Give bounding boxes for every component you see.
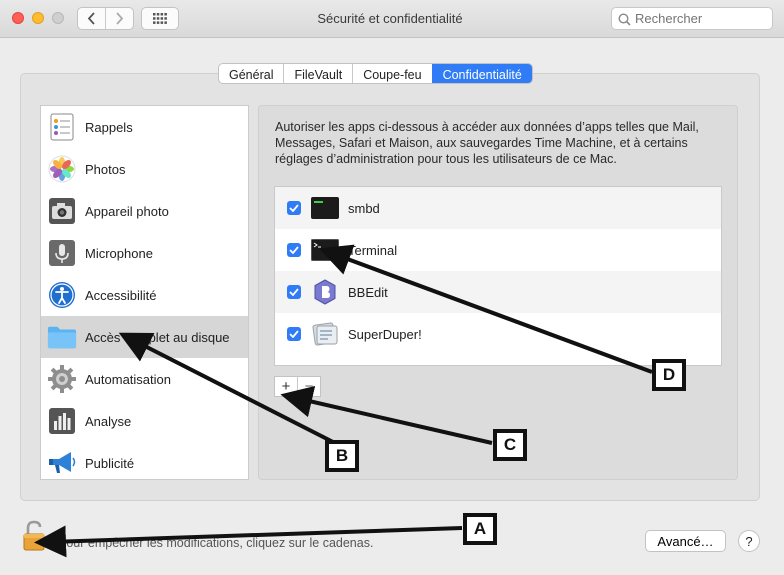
lock-hint-text: Pour empêcher les modifications, cliquez… bbox=[58, 536, 374, 550]
title-bar: Sécurité et confidentialité bbox=[0, 0, 784, 38]
sidebar-item-label: Appareil photo bbox=[85, 203, 169, 219]
close-window-button[interactable] bbox=[12, 12, 24, 24]
search-input[interactable] bbox=[635, 11, 767, 26]
advanced-button[interactable]: Avancé… bbox=[645, 530, 726, 552]
sidebar-item-label: Analyse bbox=[85, 413, 132, 429]
chevron-left-icon[interactable] bbox=[78, 8, 105, 29]
search-field[interactable] bbox=[611, 7, 773, 30]
callout-a: A bbox=[463, 513, 497, 545]
sidebar-item-label: Rappels bbox=[85, 119, 133, 135]
app-name: BBEdit bbox=[348, 284, 388, 300]
sidebar-item-label: Publicité bbox=[85, 455, 135, 471]
bbedit-icon bbox=[311, 278, 339, 306]
remove-app-button[interactable]: − bbox=[297, 377, 320, 396]
add-app-button[interactable]: + bbox=[275, 377, 297, 396]
sidebar-item-analytics[interactable]: Analyse bbox=[41, 400, 248, 442]
grid-icon[interactable] bbox=[141, 7, 179, 30]
sidebar-item-photos[interactable]: Photos bbox=[41, 148, 248, 190]
accessibility-icon bbox=[47, 280, 77, 310]
superduper-icon bbox=[311, 320, 339, 348]
analytics-icon bbox=[47, 406, 77, 436]
tab-bar: Général FileVault Coupe-feu Confidential… bbox=[218, 63, 533, 84]
folder-icon bbox=[47, 322, 77, 352]
sidebar-item-label: Photos bbox=[85, 161, 126, 177]
app-name: SuperDuper! bbox=[348, 326, 422, 342]
tab-filevault[interactable]: FileVault bbox=[283, 64, 352, 83]
gear-icon bbox=[47, 364, 77, 394]
app-checkbox[interactable] bbox=[287, 201, 301, 215]
sidebar-item-automation[interactable]: Automatisation bbox=[41, 358, 248, 400]
app-row-terminal[interactable]: Terminal bbox=[275, 229, 721, 271]
app-checkbox[interactable] bbox=[287, 327, 301, 341]
sidebar-item-label: Accès complet au disque bbox=[85, 329, 230, 345]
sidebar-item-advertising[interactable]: Publicité bbox=[41, 442, 248, 479]
callout-b: B bbox=[325, 440, 359, 472]
add-remove-controls: + − bbox=[274, 376, 321, 397]
help-button[interactable]: ? bbox=[738, 530, 760, 552]
callout-c: C bbox=[493, 429, 527, 461]
minimize-window-button[interactable] bbox=[32, 12, 44, 24]
window-title: Sécurité et confidentialité bbox=[317, 11, 463, 26]
sidebar-item-full-disk-access[interactable]: Accès complet au disque bbox=[41, 316, 248, 358]
app-list[interactable]: smbd Terminal BBEdit SuperDuper! bbox=[274, 186, 722, 366]
app-row-superduper[interactable]: SuperDuper! bbox=[275, 313, 721, 355]
microphone-icon bbox=[47, 238, 77, 268]
app-name: Terminal bbox=[348, 242, 398, 258]
reminders-icon bbox=[47, 112, 77, 142]
sidebar-item-reminders[interactable]: Rappels bbox=[41, 106, 248, 148]
camera-icon bbox=[47, 196, 77, 226]
photos-icon bbox=[47, 154, 77, 184]
exec-icon bbox=[311, 194, 339, 222]
app-checkbox[interactable] bbox=[287, 285, 301, 299]
sidebar-item-label: Microphone bbox=[85, 245, 153, 261]
tab-general[interactable]: Général bbox=[219, 64, 283, 83]
app-name: smbd bbox=[348, 200, 380, 216]
sidebar-item-accessibility[interactable]: Accessibilité bbox=[41, 274, 248, 316]
search-icon bbox=[618, 13, 631, 26]
sidebar-item-label: Accessibilité bbox=[85, 287, 157, 303]
zoom-window-button[interactable] bbox=[52, 12, 64, 24]
terminal-icon bbox=[311, 236, 339, 264]
description-text: Autoriser les apps ci-dessous à accéder … bbox=[275, 120, 699, 166]
sidebar-item-microphone[interactable]: Microphone bbox=[41, 232, 248, 274]
app-row-bbedit[interactable]: BBEdit bbox=[275, 271, 721, 313]
privacy-category-list[interactable]: Rappels Photos Appareil photo Microphone… bbox=[40, 105, 249, 480]
app-row-smbd[interactable]: smbd bbox=[275, 187, 721, 229]
sidebar-item-camera[interactable]: Appareil photo bbox=[41, 190, 248, 232]
navigation-buttons bbox=[77, 7, 134, 30]
callout-d: D bbox=[652, 359, 686, 391]
megaphone-icon bbox=[47, 448, 77, 478]
chevron-right-icon[interactable] bbox=[105, 8, 133, 29]
app-checkbox[interactable] bbox=[287, 243, 301, 257]
tab-privacy[interactable]: Confidentialité bbox=[431, 64, 532, 83]
sidebar-item-label: Automatisation bbox=[85, 371, 171, 387]
lock-icon[interactable] bbox=[22, 520, 48, 552]
tab-firewall[interactable]: Coupe-feu bbox=[352, 64, 431, 83]
